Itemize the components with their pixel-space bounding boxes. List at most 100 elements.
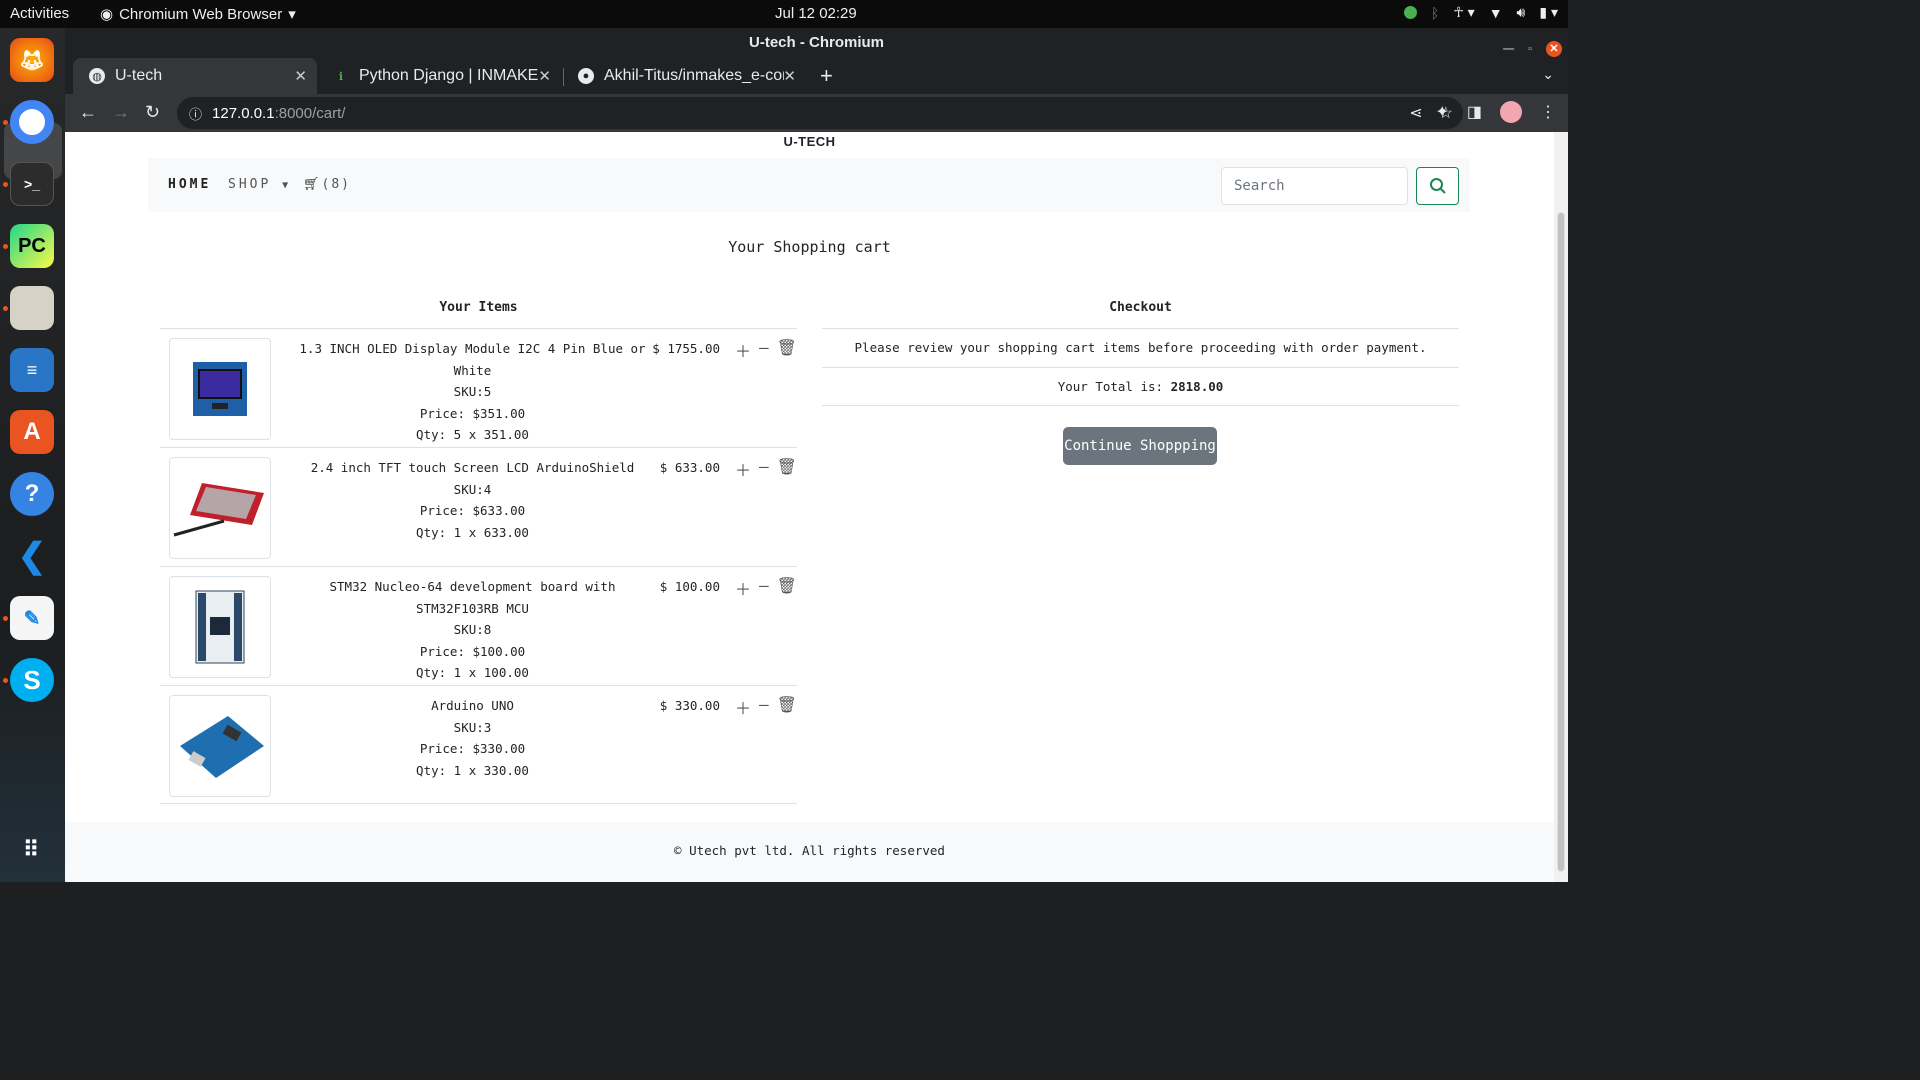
app-center-icon[interactable]: A [10,410,54,454]
show-apps-icon[interactable]: ⠿ [10,828,54,872]
help-icon[interactable]: ? [10,472,54,516]
product-image[interactable] [169,457,271,559]
firefox-icon[interactable]: 🦊︎ [10,38,54,82]
item-name[interactable]: 1.3 INCH OLED Display Module I2C 4 Pin B… [290,338,655,381]
reload-icon[interactable]: ↻ [145,102,160,123]
cart-items-list: 1.3 INCH OLED Display Module I2C 4 Pin B… [160,328,797,804]
cart-heading: Your Shopping cart [728,238,891,256]
tab-search-icon[interactable]: ⌄ [1542,66,1554,83]
site-info-icon[interactable]: ⓘ [189,104,202,123]
nav-home-link[interactable]: HOME [168,177,211,192]
item-total: $ 100.00 [659,579,720,594]
close-window-icon[interactable]: ✕ [1546,41,1562,57]
app-menu-label: Chromium Web Browser [119,5,283,23]
url-path: :8000/cart/ [274,104,346,122]
system-tray[interactable]: ᛒ ☥ ▾ ▼ 🔊︎ ▮ ▾ [1403,4,1558,21]
terminal-icon[interactable]: >_ [10,162,54,206]
side-panel-icon[interactable]: ◨ [1467,102,1482,122]
bluetooth-icon: ᛒ [1430,4,1440,21]
tab-utech[interactable]: ◍ U-tech ✕ [73,58,317,94]
running-indicator [3,306,8,311]
minus-icon[interactable]: — [759,338,769,362]
chromium-dock-icon[interactable] [10,100,54,144]
share-icon[interactable]: ⋖ [1409,103,1422,123]
text-editor-icon[interactable]: ✎ [10,596,54,640]
plus-icon[interactable]: ＋ [735,576,751,600]
trash-icon[interactable]: 🗑︎ [777,576,797,600]
cart-count: (8) [321,177,351,192]
window-titlebar: U-tech - Chromium — ▫ ✕ [65,28,1568,58]
search-placeholder: Search [1234,178,1285,194]
site-brand[interactable]: U-TECH [65,134,1554,149]
running-indicator [3,182,8,187]
url-host: 127.0.0.1 [212,104,275,122]
minus-icon[interactable]: — [759,457,769,481]
product-image[interactable] [169,576,271,678]
extensions-icon[interactable]: ✦ [1435,102,1448,122]
browser-toolbar: ← → ↻ ⓘ 127.0.0.1 :8000/cart/ ⋖ ☆ ✦ ◨ ⋮ [65,94,1568,132]
system-top-bar: Activities ◉ Chromium Web Browser ▾ Jul … [0,0,1568,28]
running-indicator [3,120,8,125]
trash-icon[interactable]: 🗑︎ [777,338,797,362]
cart-item: 1.3 INCH OLED Display Module I2C 4 Pin B… [160,328,797,447]
items-title: Your Items [439,300,518,315]
skype-icon[interactable]: S [10,658,54,702]
app-menu[interactable]: ◉ Chromium Web Browser ▾ [100,5,296,24]
nav-shop-dropdown[interactable]: SHOP ▼ [228,177,291,192]
minus-icon[interactable]: — [759,576,769,600]
address-bar[interactable]: ⓘ 127.0.0.1 :8000/cart/ ⋖ ☆ [177,97,1463,129]
checkout-panel: Please review your shopping cart items b… [822,328,1459,406]
checkout-note: Please review your shopping cart items b… [822,328,1459,367]
tab-strip: ◍ U-tech ✕ ℹ Python Django | INMAKES ✕ ●… [65,58,1568,94]
item-name[interactable]: STM32 Nucleo-64 development board with S… [290,576,655,619]
activities-button[interactable]: Activities [10,5,69,22]
search-input[interactable]: Search [1221,167,1408,205]
tab-title: Python Django | INMAKES [359,67,539,84]
accessibility-icon[interactable]: ☥ ▾ [1453,4,1474,21]
cart-item: Arduino UNO SKU:3 Price: $330.00 Qty: 1 … [160,685,797,804]
files-icon[interactable] [10,286,54,330]
scrollbar-thumb[interactable] [1557,212,1565,872]
clock[interactable]: Jul 12 02:29 [775,5,857,22]
minus-icon[interactable]: — [759,695,769,719]
cart-item: STM32 Nucleo-64 development board with S… [160,566,797,685]
item-price: Price: $351.00 [419,405,526,421]
plus-icon[interactable]: ＋ [735,338,751,362]
forward-icon[interactable]: → [112,102,130,123]
back-icon[interactable]: ← [79,102,97,123]
site-navbar: HOME SHOP ▼ 🛒︎(8) Search [148,158,1470,212]
item-name[interactable]: 2.4 inch TFT touch Screen LCD ArduinoShi… [290,457,655,479]
new-tab-button[interactable]: + [820,63,833,89]
item-total: $ 633.00 [659,460,720,475]
product-image[interactable] [169,338,271,440]
tab-python-django[interactable]: ℹ Python Django | INMAKES ✕ [317,58,561,94]
item-name[interactable]: Arduino UNO [290,695,655,717]
item-actions: ＋ — 🗑︎ [735,695,797,719]
trash-icon[interactable]: 🗑︎ [777,457,797,481]
plus-icon[interactable]: ＋ [735,695,751,719]
search-icon [1429,178,1446,194]
volume-icon: 🔊︎ [1516,4,1526,20]
close-tab-icon[interactable]: ✕ [294,67,307,85]
profile-avatar[interactable] [1500,101,1522,123]
continue-shopping-button[interactable]: Continue Shoppping [1063,427,1217,465]
close-tab-icon[interactable]: ✕ [783,67,796,85]
tab-github[interactable]: ● Akhil-Titus/inmakes_e-com ✕ [562,58,806,94]
item-price: Price: $330.00 [419,741,526,756]
menu-icon[interactable]: ⋮ [1540,102,1556,122]
chevron-down-icon: ▾ [288,6,296,23]
product-image[interactable] [169,695,271,797]
github-icon: ● [578,68,594,84]
page-scrollbar[interactable] [1554,132,1568,882]
writer-icon[interactable]: ≡ [10,348,54,392]
close-tab-icon[interactable]: ✕ [538,67,551,85]
trash-icon[interactable]: 🗑︎ [777,695,797,719]
pycharm-icon[interactable]: PC [10,224,54,268]
plus-icon[interactable]: ＋ [735,457,751,481]
search-button[interactable] [1416,167,1459,205]
item-info: 2.4 inch TFT touch Screen LCD ArduinoShi… [290,457,655,543]
chromium-icon: ◉ [100,6,114,23]
nav-cart-link[interactable]: 🛒︎(8) [303,177,351,192]
running-indicator [3,616,8,621]
vscode-icon[interactable]: ❮ [10,534,54,578]
